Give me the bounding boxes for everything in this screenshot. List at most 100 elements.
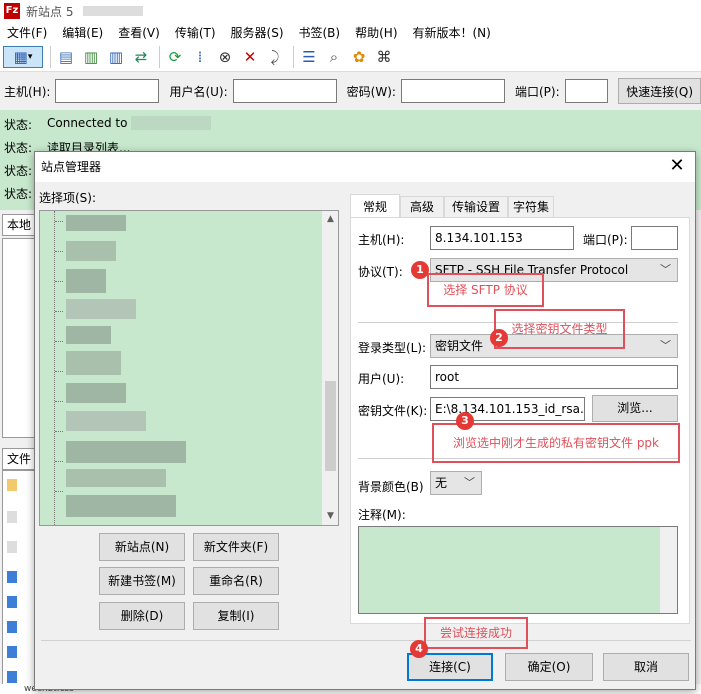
sync-browse-icon[interactable]: ⌕ bbox=[323, 46, 345, 68]
blurred-site-entry[interactable] bbox=[66, 326, 111, 344]
menu-bookmarks[interactable]: 书签(B) bbox=[292, 24, 349, 41]
process-queue-icon[interactable]: ⁞ bbox=[189, 46, 211, 68]
delete-button[interactable]: 删除(D) bbox=[99, 602, 185, 630]
tab-advanced[interactable]: 高级 bbox=[400, 196, 444, 218]
local-files-header[interactable]: 文件 bbox=[2, 448, 36, 470]
site-manager-icon[interactable]: ▦ ▾ bbox=[3, 45, 43, 68]
comments-scrollbar[interactable] bbox=[660, 527, 677, 613]
local-site-header: 本地 bbox=[2, 214, 36, 236]
blurred-site-entry[interactable] bbox=[66, 441, 186, 463]
quick-user-label: 用户名(U): bbox=[169, 84, 228, 99]
tab-charset[interactable]: 字符集 bbox=[508, 196, 554, 218]
menu-view[interactable]: 查看(V) bbox=[111, 24, 168, 41]
blurred-site-entry[interactable] bbox=[66, 495, 176, 517]
quick-user-input[interactable] bbox=[232, 79, 337, 103]
log-text: Connected to bbox=[47, 116, 128, 130]
tree-connector bbox=[55, 461, 63, 462]
quick-password-input[interactable] bbox=[400, 79, 505, 103]
tree-connector bbox=[55, 371, 63, 372]
quick-port-label: 端口(P): bbox=[514, 84, 560, 99]
blurred-site-entry[interactable] bbox=[66, 269, 106, 293]
remote-tree-icon[interactable]: ▥ bbox=[105, 46, 127, 68]
menu-file[interactable]: 文件(F) bbox=[0, 24, 55, 41]
reconnect-icon[interactable]: ⤸ bbox=[264, 46, 286, 68]
dir-compare-icon[interactable]: ✿ bbox=[348, 46, 370, 68]
quickconnect-bar: 主机(H): 用户名(U): 密码(W): 端口(P): 快速连接(Q) bbox=[0, 72, 701, 110]
toolbar-separator bbox=[159, 45, 160, 68]
keyfile-input[interactable]: E:\8.134.101.153_id_rsa.ppk bbox=[430, 397, 585, 421]
annotation-box: 尝试连接成功 bbox=[424, 617, 528, 649]
host-input[interactable]: 8.134.101.153 bbox=[430, 226, 574, 250]
local-tree[interactable] bbox=[2, 238, 36, 438]
local-file-list[interactable] bbox=[2, 470, 36, 694]
refresh-icon[interactable]: ⟳ bbox=[164, 46, 186, 68]
disconnect-icon[interactable]: ✕ bbox=[239, 46, 261, 68]
tree-connector bbox=[55, 431, 63, 432]
new-bookmark-button[interactable]: 新建书签(M) bbox=[99, 567, 185, 595]
port-input[interactable] bbox=[631, 226, 678, 250]
menu-transfer[interactable]: 传输(T) bbox=[168, 24, 224, 41]
close-icon[interactable]: ✕ bbox=[667, 156, 687, 176]
tree-connector bbox=[54, 211, 55, 525]
tree-connector bbox=[55, 401, 63, 402]
quick-password-label: 密码(W): bbox=[346, 84, 396, 99]
bgcolor-value: 无 bbox=[435, 476, 448, 490]
cancel-button[interactable]: 取消 bbox=[603, 653, 689, 681]
file-icon bbox=[7, 621, 17, 633]
blurred-site-entry[interactable] bbox=[66, 215, 126, 231]
menu-new-version[interactable]: 有新版本！(N) bbox=[406, 24, 499, 41]
bgcolor-select[interactable]: 无 ﹀ bbox=[430, 471, 482, 495]
dialog-title: 站点管理器 bbox=[41, 160, 102, 174]
chevron-down-icon: ﹀ bbox=[660, 263, 671, 276]
menu-server[interactable]: 服务器(S) bbox=[224, 24, 292, 41]
copy-button[interactable]: 复制(I) bbox=[193, 602, 279, 630]
tab-general[interactable]: 常规 bbox=[350, 194, 400, 218]
blurred-site-entry[interactable] bbox=[66, 351, 121, 375]
select-entry-label: 选择项(S): bbox=[39, 191, 97, 205]
scroll-up-icon[interactable]: ▲ bbox=[322, 211, 338, 228]
search-files-icon[interactable]: ⌘ bbox=[373, 46, 395, 68]
site-tree[interactable]: ▲ ▼ bbox=[39, 210, 339, 526]
menu-bar: 文件(F) 编辑(E) 查看(V) 传输(T) 服务器(S) 书签(B) 帮助(… bbox=[0, 22, 701, 42]
directory-filter-icon[interactable]: ☰ bbox=[298, 46, 320, 68]
blurred-site-entry[interactable] bbox=[66, 469, 166, 487]
user-input[interactable]: root bbox=[430, 365, 678, 389]
new-folder-button[interactable]: 新文件夹(F) bbox=[193, 533, 279, 561]
annotation-badge: 4 bbox=[410, 640, 428, 658]
toolbar: ▦ ▾ ▤ ▥ ▥ ⇄ ⟳ ⁞ ⊗ ✕ ⤸ ☰ ⌕ ✿ ⌘ bbox=[0, 42, 701, 72]
transfer-queue-icon[interactable]: ⇄ bbox=[130, 46, 152, 68]
cancel-operation-icon[interactable]: ⊗ bbox=[214, 46, 236, 68]
blurred-site-entry[interactable] bbox=[66, 411, 146, 431]
toolbar-separator bbox=[293, 45, 294, 68]
quickconnect-button[interactable]: 快速连接(Q) bbox=[618, 78, 701, 104]
tab-transfer-settings[interactable]: 传输设置 bbox=[444, 196, 508, 218]
browse-button[interactable]: 浏览... bbox=[592, 395, 678, 422]
keyfile-label: 密钥文件(K): bbox=[358, 404, 428, 418]
site-manager-dialog: 站点管理器 ✕ 选择项(S): ▲ ▼ 新站点(N) 新文件夹(F) 新建书签(… bbox=[34, 151, 696, 690]
divider bbox=[41, 640, 691, 641]
logon-type-value: 密钥文件 bbox=[435, 339, 484, 353]
tree-connector bbox=[55, 221, 63, 222]
tree-scrollbar[interactable]: ▲ ▼ bbox=[321, 211, 338, 525]
new-site-button[interactable]: 新站点(N) bbox=[99, 533, 185, 561]
annotation-badge: 2 bbox=[490, 329, 508, 347]
quick-port-input[interactable] bbox=[564, 79, 609, 103]
menu-help[interactable]: 帮助(H) bbox=[348, 24, 405, 41]
quick-host-input[interactable] bbox=[55, 79, 160, 103]
protocol-label: 协议(T): bbox=[358, 265, 403, 279]
local-tree-icon[interactable]: ▥ bbox=[80, 46, 102, 68]
title-bar: Fz 新站点 5 bbox=[0, 0, 701, 22]
blurred-title-area bbox=[83, 6, 144, 16]
scrollbar-thumb[interactable] bbox=[325, 381, 336, 471]
scroll-down-icon[interactable]: ▼ bbox=[322, 508, 338, 525]
ok-button[interactable]: 确定(O) bbox=[505, 653, 593, 681]
blurred-site-entry[interactable] bbox=[66, 383, 126, 403]
blurred-site-entry[interactable] bbox=[66, 299, 136, 319]
window-title: 新站点 5 bbox=[26, 4, 74, 19]
rename-button[interactable]: 重命名(R) bbox=[193, 567, 279, 595]
blurred-site-entry[interactable] bbox=[66, 241, 116, 261]
comments-textarea[interactable] bbox=[358, 526, 678, 614]
menu-edit[interactable]: 编辑(E) bbox=[55, 24, 111, 41]
logon-type-label: 登录类型(L): bbox=[358, 341, 427, 355]
message-log-icon[interactable]: ▤ bbox=[55, 46, 77, 68]
